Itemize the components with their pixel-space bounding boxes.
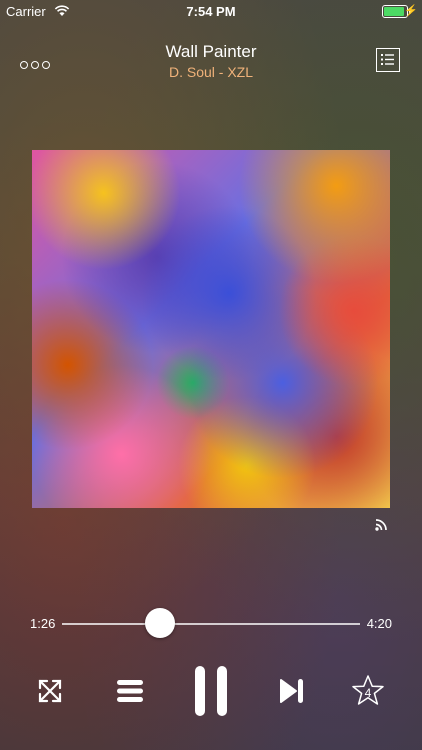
pause-icon[interactable] xyxy=(188,666,234,716)
elapsed-time: 1:26 xyxy=(30,616,56,631)
progress-knob[interactable] xyxy=(145,608,176,638)
list-icon[interactable] xyxy=(376,48,400,72)
skip-next-icon[interactable] xyxy=(272,666,312,716)
charging-icon: ⚡ xyxy=(404,5,418,17)
menu-icon[interactable] xyxy=(110,666,150,716)
artist-album: D. Soul - XZL xyxy=(168,64,254,80)
status-bar: Carrier 7:54 PM ⚡ xyxy=(0,0,422,22)
rating-value: 4 xyxy=(364,686,372,700)
album-artwork[interactable] xyxy=(32,150,390,508)
progress-track[interactable] xyxy=(62,623,360,625)
total-duration: 4:20 xyxy=(366,616,392,631)
status-time: 7:54 PM xyxy=(186,4,236,19)
shuffle-icon[interactable] xyxy=(30,666,70,716)
song-title: Wall Painter xyxy=(165,42,257,61)
star-icon[interactable]: 4 xyxy=(348,666,388,716)
cast-icon[interactable] xyxy=(374,516,390,532)
